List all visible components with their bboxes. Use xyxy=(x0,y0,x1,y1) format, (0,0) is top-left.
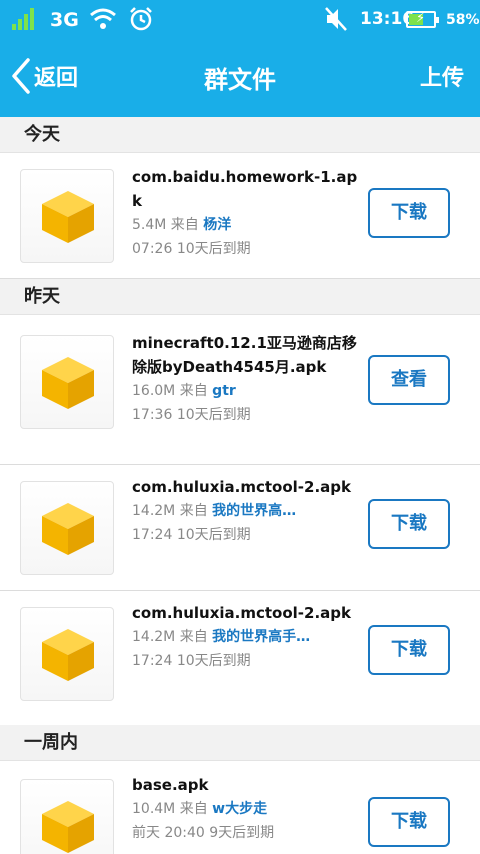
apk-file-icon xyxy=(42,503,94,555)
sender-name[interactable]: w大步走 xyxy=(212,801,267,817)
expiry-text: 9天后到期 xyxy=(209,825,275,841)
file-info: com.huluxia.mctool-2.apk 14.2M 来自 我的世界高…… xyxy=(132,475,360,547)
file-time-row: 17:36 10天后到期 xyxy=(132,403,360,427)
sender-name[interactable]: gtr xyxy=(212,383,236,399)
file-thumbnail xyxy=(20,481,114,575)
title-bar: 返回 群文件 上传 xyxy=(0,40,480,117)
upload-time: 17:24 xyxy=(132,527,173,543)
battery-percent: 58% xyxy=(446,12,480,28)
expiry-text: 10天后到期 xyxy=(176,653,251,669)
file-size: 14.2M xyxy=(132,629,176,645)
file-time-row: 前天 20:40 9天后到期 xyxy=(132,821,360,845)
download-button[interactable]: 下载 xyxy=(368,797,450,847)
upload-time: 前天 20:40 xyxy=(132,825,205,841)
file-thumbnail xyxy=(20,335,114,429)
download-button[interactable]: 下载 xyxy=(368,625,450,675)
upload-time: 17:24 xyxy=(132,653,173,669)
file-thumbnail xyxy=(20,169,114,263)
expiry-text: 10天后到期 xyxy=(176,407,251,423)
apk-file-icon xyxy=(42,629,94,681)
file-info: minecraft0.12.1亚马逊商店移除版byDeath4545月.apk … xyxy=(132,331,360,427)
file-time-row: 17:24 10天后到期 xyxy=(132,649,360,673)
file-item[interactable]: com.huluxia.mctool-2.apk 14.2M 来自 我的世界高…… xyxy=(0,465,480,591)
view-button[interactable]: 查看 xyxy=(368,355,450,405)
file-meta: 14.2M 来自 我的世界高… xyxy=(132,499,360,523)
file-name: base.apk xyxy=(132,776,209,794)
file-name: minecraft0.12.1亚马逊商店移除版byDeath4545月.apk xyxy=(132,334,357,376)
from-label: 来自 xyxy=(170,217,199,233)
file-meta: 16.0M 来自 gtr xyxy=(132,379,360,403)
file-item[interactable]: com.baidu.homework-1.apk 5.4M 来自 杨洋 07:2… xyxy=(0,153,480,279)
upload-button[interactable]: 上传 xyxy=(420,60,464,92)
sender-name[interactable]: 杨洋 xyxy=(203,217,231,233)
from-label: 来自 xyxy=(179,801,208,817)
file-info: com.baidu.homework-1.apk 5.4M 来自 杨洋 07:2… xyxy=(132,165,360,261)
file-item[interactable]: com.huluxia.mctool-2.apk 14.2M 来自 我的世界高手… xyxy=(0,591,480,725)
network-type: 3G xyxy=(50,9,79,31)
file-time-row: 17:24 10天后到期 xyxy=(132,523,360,547)
file-size: 5.4M xyxy=(132,217,167,233)
from-label: 来自 xyxy=(179,629,208,645)
file-size: 14.2M xyxy=(132,503,176,519)
file-size: 16.0M xyxy=(132,383,176,399)
file-item[interactable]: base.apk 10.4M 来自 w大步走 前天 20:40 9天后到期 下载 xyxy=(0,761,480,854)
wifi-icon xyxy=(90,8,116,29)
page-title: 群文件 xyxy=(204,66,276,94)
apk-file-icon xyxy=(42,357,94,409)
file-thumbnail xyxy=(20,779,114,854)
download-button[interactable]: 下载 xyxy=(368,499,450,549)
status-bar: 3G 13:16 ⚡ 58% xyxy=(0,0,480,40)
file-list[interactable]: 今天 com.baidu.homework-1.apk 5.4M 来自 杨洋 0… xyxy=(0,117,480,854)
section-header-today: 今天 xyxy=(0,117,480,153)
file-info: base.apk 10.4M 来自 w大步走 前天 20:40 9天后到期 xyxy=(132,773,360,845)
section-header-this-week: 一周内 xyxy=(0,725,480,761)
expiry-text: 10天后到期 xyxy=(176,241,251,257)
apk-file-icon xyxy=(42,191,94,243)
download-button[interactable]: 下载 xyxy=(368,188,450,238)
signal-icon xyxy=(12,8,38,30)
sender-name[interactable]: 我的世界高手… xyxy=(212,629,310,645)
apk-file-icon xyxy=(42,801,94,853)
battery-icon: ⚡ xyxy=(406,11,439,28)
expiry-text: 10天后到期 xyxy=(176,527,251,543)
file-meta: 5.4M 来自 杨洋 xyxy=(132,213,360,237)
file-time-row: 07:26 10天后到期 xyxy=(132,237,360,261)
section-header-yesterday: 昨天 xyxy=(0,279,480,315)
file-info: com.huluxia.mctool-2.apk 14.2M 来自 我的世界高手… xyxy=(132,601,360,673)
sender-name[interactable]: 我的世界高… xyxy=(212,503,296,519)
upload-time: 07:26 xyxy=(132,241,173,257)
file-name: com.huluxia.mctool-2.apk xyxy=(132,478,351,496)
from-label: 来自 xyxy=(179,383,208,399)
file-size: 10.4M xyxy=(132,801,176,817)
file-meta: 10.4M 来自 w大步走 xyxy=(132,797,360,821)
from-label: 来自 xyxy=(179,503,208,519)
app-header: 3G 13:16 ⚡ 58% 返回 群文件 上传 xyxy=(0,0,480,117)
file-name: com.huluxia.mctool-2.apk xyxy=(132,604,351,622)
file-meta: 14.2M 来自 我的世界高手… xyxy=(132,625,360,649)
mute-icon xyxy=(325,7,347,31)
file-name: com.baidu.homework-1.apk xyxy=(132,168,358,210)
upload-time: 17:36 xyxy=(132,407,173,423)
file-thumbnail xyxy=(20,607,114,701)
file-item[interactable]: minecraft0.12.1亚马逊商店移除版byDeath4545月.apk … xyxy=(0,315,480,465)
alarm-icon xyxy=(130,7,152,31)
